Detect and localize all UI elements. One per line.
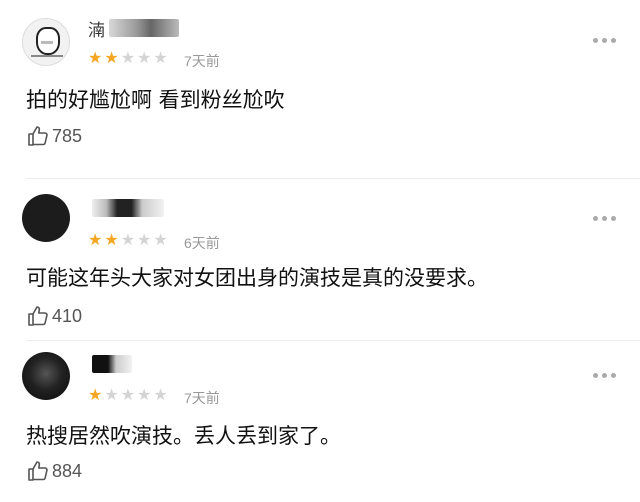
blurred-name [109,19,179,37]
star-icon: ★ [104,230,119,249]
like-count: 410 [52,305,83,326]
comment-text: 可能这年头大家对女团出身的演技是真的没要求。 [26,266,488,290]
star-icon: ★ [153,385,168,404]
star-icon: ★ [153,230,168,249]
star-icon: ★ [153,48,168,67]
star-icon: ★ [120,230,136,249]
star-icon: ★ [88,48,103,67]
more-dots-icon[interactable] [593,38,616,43]
username[interactable] [88,354,132,374]
star-icon: ★ [88,385,103,404]
username[interactable] [88,198,164,218]
rating-stars: ★ ★ ★ ★ ★ [88,232,168,248]
comment-text: 拍的好尴尬啊 看到粉丝尬吹 [26,88,285,112]
star-icon: ★ [120,48,136,67]
thumbs-up-icon [28,461,48,481]
more-dots-icon[interactable] [593,373,616,378]
rating-stars: ★ ★ ★ ★ ★ [88,50,168,66]
star-icon: ★ [104,48,119,67]
comment-text: 热搜居然吹演技。丢人丢到家了。 [26,424,341,448]
like-button[interactable]: 785 [26,124,82,148]
star-icon: ★ [120,385,136,404]
like-button[interactable]: 884 [26,459,82,483]
like-button[interactable]: 410 [26,304,82,328]
like-count: 785 [52,125,83,146]
avatar[interactable] [22,194,70,242]
more-dots-icon[interactable] [593,216,616,221]
divider [26,340,640,341]
like-count: 884 [52,460,83,481]
avatar[interactable] [22,352,70,400]
blurred-name [92,199,164,217]
avatar[interactable] [22,18,70,66]
star-icon: ★ [137,48,152,67]
username-text: 湳 [88,20,105,41]
blurred-name [92,355,132,373]
thumbs-up-icon [28,306,48,326]
star-icon: ★ [104,385,119,404]
star-icon: ★ [88,230,103,249]
timestamp: 7天前 [184,390,220,406]
rating-stars: ★ ★ ★ ★ ★ [88,387,168,403]
thumbs-up-icon [28,126,48,146]
star-icon: ★ [137,385,152,404]
timestamp: 6天前 [184,235,220,251]
divider [26,178,640,179]
star-icon: ★ [137,230,152,249]
timestamp: 7天前 [184,53,220,69]
username[interactable]: 湳 [88,18,179,41]
